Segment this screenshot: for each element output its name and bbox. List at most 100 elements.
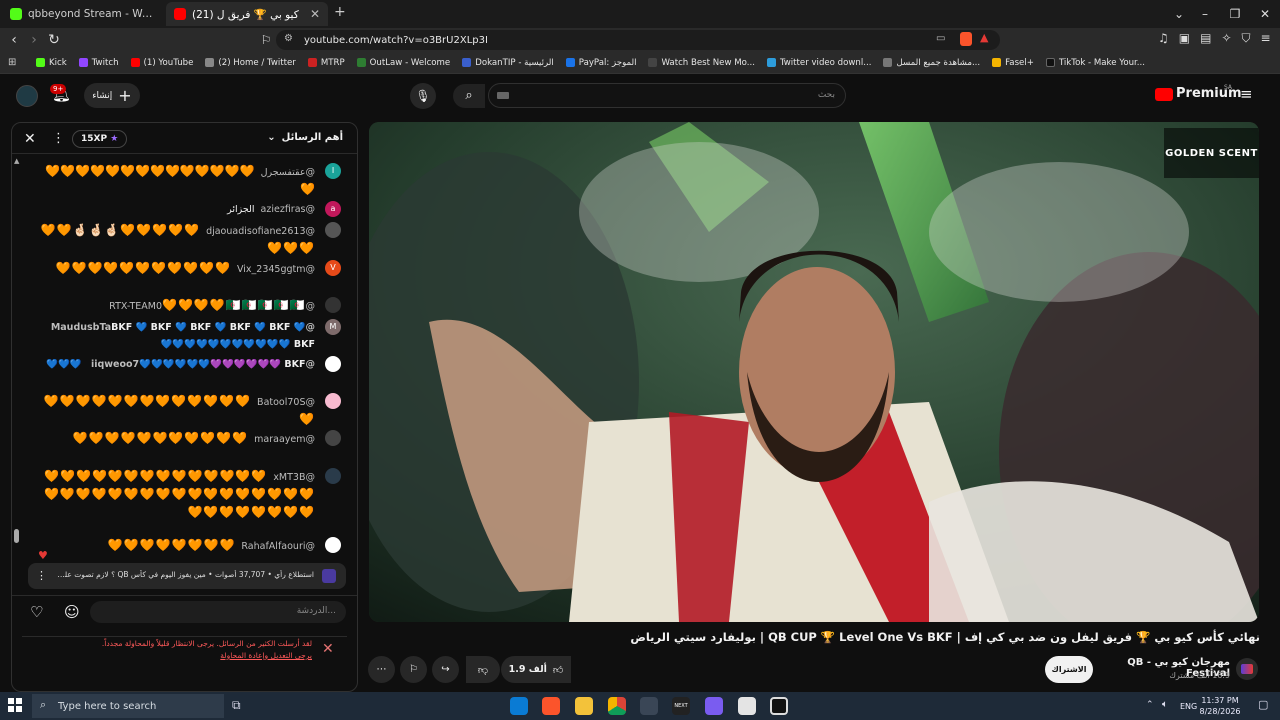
video-player[interactable]: GOLDEN SCENT (369, 122, 1259, 622)
avatar[interactable] (325, 393, 341, 409)
create-button[interactable]: إنشاء + (84, 83, 140, 108)
chat-menu-icon[interactable]: ⋮ (52, 131, 65, 146)
avatar[interactable]: V (325, 260, 341, 276)
menu-icon[interactable]: ≡ (1261, 31, 1271, 46)
xp-badge[interactable]: 15XP ★ (72, 130, 128, 148)
reload-button[interactable]: ↻ (44, 30, 64, 50)
discord-icon[interactable] (705, 697, 723, 715)
bookmark-icon[interactable]: ⚐ (256, 30, 276, 50)
like-button[interactable]: 1.9 ألف 👍︎ (501, 656, 571, 683)
chat-username[interactable]: @عقتفسجرل (261, 167, 315, 178)
chat-username[interactable]: @aziezfiras (261, 204, 315, 215)
avatar[interactable] (325, 222, 341, 238)
cast-icon[interactable]: ▭ (936, 33, 945, 44)
notepad-icon[interactable] (738, 697, 756, 715)
bookmark-outlaw[interactable]: OutLaw - Welcome (356, 58, 450, 68)
tray-overflow-icon[interactable]: ⌃ (1146, 700, 1154, 710)
bookmark-twitter-downloader[interactable]: Twitter video downl... (766, 58, 871, 68)
chat-username[interactable]: @Vix_2345ggtm (237, 264, 315, 275)
avatar[interactable] (325, 356, 341, 372)
media-icon[interactable]: ♫ (1158, 31, 1169, 46)
dismiss-error-icon[interactable]: ✕ (322, 641, 334, 657)
bookmark-tiktok[interactable]: TikTok - Make Your... (1045, 58, 1145, 68)
sidebar-icon[interactable]: ▣ (1179, 31, 1190, 46)
chat-username[interactable]: @xMT3B (273, 472, 315, 483)
bookmark-paypal[interactable]: PayPal: الموجز (565, 58, 636, 68)
chat-username[interactable]: @djaouadisofiane2613 (206, 226, 315, 237)
file-explorer-icon[interactable] (575, 697, 593, 715)
chat-username[interactable]: @Batool70S (257, 397, 315, 408)
channel-avatar[interactable] (1236, 658, 1258, 680)
bookmark-twitch[interactable]: Twitch (78, 58, 119, 68)
hamburger-menu-icon[interactable]: ≡ (1240, 85, 1253, 103)
avatar[interactable] (325, 537, 341, 553)
back-button[interactable]: ‹ (4, 30, 24, 50)
keyboard-icon[interactable] (497, 92, 509, 99)
dislike-button[interactable]: 👎︎ (466, 656, 500, 683)
chat-mode-dropdown[interactable]: أهم الرسائل ⌄ (267, 132, 343, 143)
tab-kick[interactable]: qbbeyond Stream - Watch Live on Ki (2, 2, 164, 26)
search-icon[interactable]: ⌕ (453, 84, 485, 108)
poll-banner[interactable]: ⋮ استطلاع رأي • 37,707 أصوات • مين يفوز … (28, 563, 346, 589)
brave-shields-icon[interactable] (960, 32, 972, 46)
microphone-icon[interactable]: 🎙︎ (410, 83, 436, 109)
bookmark-series[interactable]: مشاهدة جميع المسل... (883, 58, 980, 68)
chrome-icon[interactable] (608, 697, 626, 715)
brave-rewards-icon[interactable]: ▲ (980, 31, 988, 44)
wallet-icon[interactable]: ▤ (1200, 31, 1211, 46)
bookmark-dokantip[interactable]: DokanTIP - الرئيسية (462, 58, 554, 68)
apps-grid-icon[interactable]: ⊞ (8, 57, 16, 68)
site-info-icon[interactable]: ⚙ (284, 33, 293, 44)
emoji-icon[interactable]: ☺ (64, 603, 80, 621)
bookmark-kick[interactable]: Kick (36, 58, 67, 68)
vpn-icon[interactable]: ⛉ (1242, 31, 1251, 46)
bookmark-movies[interactable]: Watch Best New Mo... (648, 58, 755, 68)
edge-icon[interactable] (510, 697, 528, 715)
obs-icon[interactable] (770, 697, 788, 715)
taskbar-search-input[interactable]: ⌕ Type here to search (32, 694, 224, 718)
share-button[interactable]: ↪ (432, 656, 459, 683)
retry-link[interactable]: يرجى التعديل وإعادة المحاولة (52, 650, 312, 662)
chat-username[interactable]: @RahafAlfaouri (241, 541, 315, 552)
task-view-icon[interactable]: ⧉ (232, 698, 241, 713)
avatar[interactable] (325, 468, 341, 484)
brave-icon[interactable] (542, 697, 560, 715)
windows-start-icon[interactable] (8, 698, 22, 712)
avatar[interactable] (325, 430, 341, 446)
avatar[interactable]: M (325, 319, 341, 335)
notifications-icon[interactable]: ▢ (1258, 698, 1268, 711)
close-chat-icon[interactable]: ✕ (24, 131, 36, 147)
bookmark-youtube[interactable]: (1) YouTube (130, 58, 193, 68)
tab-youtube-video[interactable]: (21) نهائي كأس كيو بي 🏆 فريق ل ✕ (166, 2, 328, 26)
next-app-icon[interactable]: NEXT (672, 697, 690, 715)
chat-username[interactable]: @maraayem (254, 434, 315, 445)
bookmark-fasel[interactable]: Fasel+ (992, 58, 1034, 68)
avatar[interactable] (325, 297, 341, 313)
heart-icon[interactable]: ♡ (30, 603, 43, 621)
save-button[interactable]: ⚐ (400, 656, 427, 683)
close-window-button[interactable]: ✕ (1250, 4, 1280, 24)
avatar[interactable]: a (325, 201, 341, 217)
chat-scrollbar[interactable]: ▲ (14, 157, 20, 547)
search-input[interactable]: بحث (488, 83, 846, 108)
minimize-button[interactable]: – (1190, 4, 1220, 24)
forward-button[interactable]: › (24, 30, 44, 50)
language-indicator[interactable]: ENG (1180, 702, 1197, 711)
volume-icon[interactable]: 🔈︎ (1162, 699, 1168, 710)
new-tab-button[interactable]: + (334, 4, 346, 20)
extensions-icon[interactable]: ✧ (1221, 31, 1231, 46)
bookmark-mtrp[interactable]: MTRP (307, 58, 345, 68)
bookmark-twitter[interactable]: (2) Home / Twitter (205, 58, 296, 68)
close-tab-icon[interactable]: ✕ (302, 7, 320, 21)
chat-input[interactable]: الدردشة... (90, 601, 346, 623)
scrollbar-thumb[interactable] (14, 529, 19, 543)
system-clock[interactable]: 11:37 PM 8/28/2026 (1196, 695, 1244, 717)
subscribe-button[interactable]: الاشتراك (1045, 656, 1093, 683)
more-actions-button[interactable]: ⋯ (368, 656, 395, 683)
poll-menu-icon[interactable]: ⋮ (36, 569, 47, 582)
youtube-logo-icon[interactable] (1155, 88, 1173, 101)
capcut-icon[interactable] (640, 697, 658, 715)
address-bar[interactable]: ⚙ youtube.com/watch?v=o3BrU2XLp3I ▭ ▲ (276, 30, 1000, 50)
avatar[interactable] (16, 85, 38, 107)
maximize-button[interactable]: ❐ (1220, 4, 1250, 24)
